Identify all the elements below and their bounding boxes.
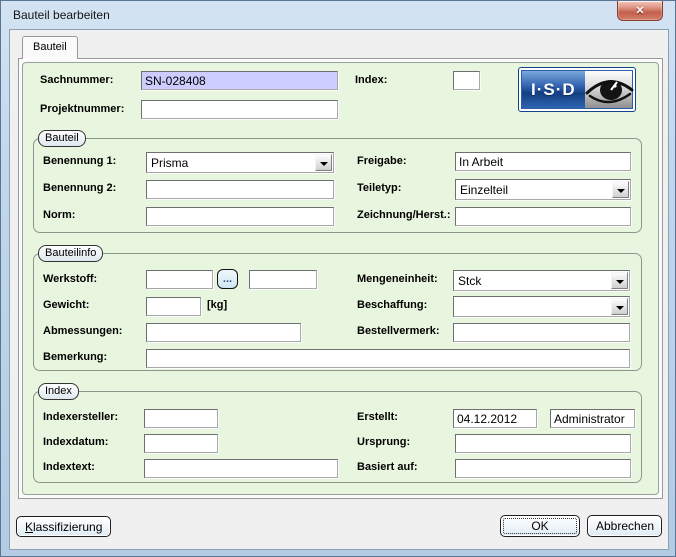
- dropdown-arrow-icon[interactable]: [612, 181, 629, 198]
- gewicht-label: Gewicht:: [43, 299, 89, 311]
- close-icon: ✕: [635, 5, 644, 17]
- tab-label: Bauteil: [33, 41, 67, 53]
- isd-logo-text-block: I·S·D: [522, 71, 585, 108]
- isd-logo: I·S·D: [518, 67, 636, 112]
- benennung2-label: Benennung 2:: [43, 182, 116, 194]
- erstellt-user-input[interactable]: [550, 409, 635, 428]
- bemerkung-label: Bemerkung:: [43, 351, 107, 363]
- tab-page: Sachnummer: Index: I·S·D: [18, 58, 663, 499]
- sachnummer-label: Sachnummer:: [40, 74, 113, 86]
- ok-button-label: OK: [509, 519, 571, 533]
- mengeneinheit-combobox[interactable]: Stck: [453, 270, 630, 291]
- werkstoff-label: Werkstoff:: [43, 273, 97, 285]
- bestellvermerk-input[interactable]: [453, 323, 630, 342]
- freigabe-label: Freigabe:: [357, 155, 407, 167]
- ellipsis-icon: ...: [223, 273, 232, 285]
- ursprung-input[interactable]: [455, 434, 631, 453]
- dialog-window: Bauteil bearbeiten ✕ Bauteil Sachnummer:…: [0, 0, 676, 557]
- beschaffung-combobox[interactable]: [453, 296, 630, 317]
- freigabe-input[interactable]: [455, 152, 631, 171]
- index-input[interactable]: [453, 71, 480, 90]
- window-title: Bauteil bearbeiten: [13, 8, 110, 22]
- indexdatum-label: Indexdatum:: [43, 436, 108, 448]
- norm-input[interactable]: [146, 207, 334, 226]
- dropdown-arrow-icon[interactable]: [315, 154, 332, 171]
- bestellvermerk-label: Bestellvermerk:: [357, 325, 440, 337]
- erstellt-date-input[interactable]: [453, 409, 537, 428]
- tab-bauteil[interactable]: Bauteil: [22, 36, 78, 59]
- werkstoff-browse-button[interactable]: ...: [217, 269, 238, 289]
- erstellt-label: Erstellt:: [357, 411, 398, 423]
- gewicht-input[interactable]: [146, 297, 201, 316]
- indexersteller-label: Indexersteller:: [43, 411, 118, 423]
- werkstoff-input-2[interactable]: [249, 270, 317, 289]
- projektnummer-label: Projektnummer:: [40, 103, 124, 115]
- mengeneinheit-label: Mengeneinheit:: [357, 273, 438, 285]
- mengeneinheit-value: Stck: [458, 274, 481, 288]
- eye-icon: [585, 71, 632, 108]
- form-panel: Sachnummer: Index: I·S·D: [22, 62, 659, 495]
- norm-label: Norm:: [43, 209, 75, 221]
- benennung2-input[interactable]: [146, 180, 334, 199]
- teiletyp-value: Einzelteil: [460, 183, 508, 197]
- zeichnung-input[interactable]: [455, 207, 631, 226]
- dialog-client: Bauteil Sachnummer: Index: I·S·D: [9, 29, 669, 550]
- isd-logo-frame: I·S·D: [521, 70, 633, 109]
- abbrechen-button-label: Abbrechen: [596, 519, 653, 533]
- projektnummer-input[interactable]: [141, 100, 338, 119]
- title-bar[interactable]: Bauteil bearbeiten: [1, 1, 675, 29]
- indextext-input[interactable]: [144, 459, 338, 478]
- dropdown-arrow-icon[interactable]: [611, 272, 628, 289]
- gewicht-unit-label: [kg]: [207, 299, 227, 311]
- klassifizierung-button-label: Klassifizierung: [25, 520, 102, 534]
- basiert-label: Basiert auf:: [357, 461, 418, 473]
- zeichnung-label: Zeichnung/Herst.:: [357, 209, 451, 221]
- ursprung-label: Ursprung:: [357, 436, 410, 448]
- index-label: Index:: [355, 74, 387, 86]
- basiert-input[interactable]: [455, 459, 631, 478]
- dropdown-arrow-icon[interactable]: [611, 298, 628, 315]
- ok-button[interactable]: OK: [500, 515, 580, 537]
- indextext-label: Indextext:: [43, 461, 95, 473]
- benennung1-label: Benennung 1:: [43, 155, 116, 167]
- group-bauteilinfo-title: Bauteilinfo: [38, 245, 103, 262]
- benennung1-combobox[interactable]: Prisma: [146, 152, 334, 173]
- klassifizierung-button[interactable]: Klassifizierung: [16, 516, 111, 537]
- abbrechen-button[interactable]: Abbrechen: [587, 515, 662, 537]
- teiletyp-label: Teiletyp:: [357, 182, 401, 194]
- group-bauteil-title: Bauteil: [38, 130, 86, 147]
- abmessungen-label: Abmessungen:: [43, 325, 122, 337]
- close-button[interactable]: ✕: [617, 1, 663, 21]
- indexdatum-input[interactable]: [144, 434, 218, 453]
- indexersteller-input[interactable]: [144, 409, 218, 428]
- teiletyp-combobox[interactable]: Einzelteil: [455, 179, 631, 200]
- isd-logo-text: I·S·D: [531, 80, 576, 100]
- bemerkung-input[interactable]: [146, 349, 630, 368]
- werkstoff-input[interactable]: [146, 270, 213, 289]
- beschaffung-label: Beschaffung:: [357, 299, 427, 311]
- benennung1-value: Prisma: [151, 156, 188, 170]
- group-index-title: Index: [38, 383, 79, 400]
- sachnummer-input[interactable]: [141, 71, 338, 90]
- abmessungen-input[interactable]: [146, 323, 301, 342]
